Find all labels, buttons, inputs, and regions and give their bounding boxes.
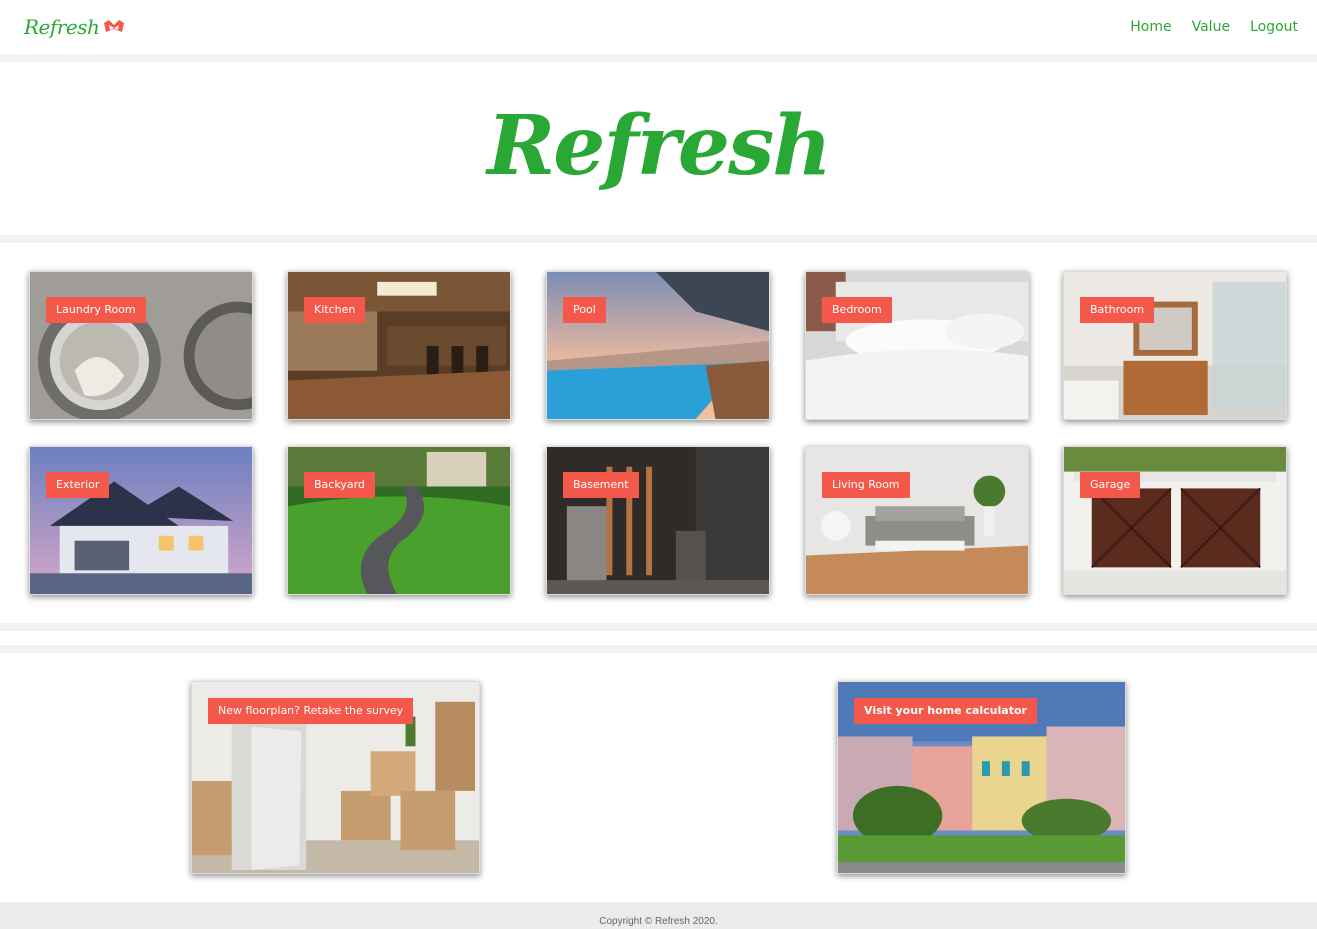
room-card-basement[interactable]: Basement [546, 446, 770, 595]
living-room-image [806, 447, 1028, 594]
room-tag-label: Exterior [46, 472, 110, 498]
room-card-bathroom[interactable]: Bathroom [1063, 271, 1287, 420]
room-card-garage[interactable]: Garage [1063, 446, 1287, 595]
section-divider [0, 54, 1317, 62]
room-tag-label: Garage [1080, 472, 1141, 498]
room-tag-label: Backyard [304, 472, 375, 498]
retake-survey-button[interactable]: New floorplan? Retake the survey [208, 698, 414, 724]
basement-image [547, 447, 769, 594]
navbar: Refresh Home Value Logout [0, 0, 1317, 54]
home-calculator-card[interactable]: Visit your home calculator [837, 681, 1126, 874]
section-divider [0, 623, 1317, 631]
pool-image [547, 272, 769, 419]
backyard-image [288, 447, 510, 594]
room-card-exterior[interactable]: Exterior [29, 446, 253, 595]
room-tag-label: Laundry Room [46, 297, 146, 323]
action-section: New floorplan? Retake the survey Visit y… [0, 653, 1317, 902]
hero-section: Refresh [0, 62, 1317, 235]
room-tag-label: Pool [563, 297, 606, 323]
brand-name: Refresh [24, 15, 100, 39]
home-calculator-button[interactable]: Visit your home calculator [854, 698, 1037, 724]
washing-machine-image [30, 272, 252, 419]
footer: Copyright © Refresh 2020. [0, 902, 1317, 929]
kitchen-image [288, 272, 510, 419]
bathroom-image [1064, 272, 1286, 419]
nav-logout-link[interactable]: Logout [1250, 19, 1298, 35]
brand-link[interactable]: Refresh [24, 15, 127, 39]
room-tag-label: Kitchen [304, 297, 366, 323]
house-exterior-image [30, 447, 252, 594]
room-card-backyard[interactable]: Backyard [287, 446, 511, 595]
retake-survey-card[interactable]: New floorplan? Retake the survey [191, 681, 480, 874]
nav-links: Home Value Logout [1130, 19, 1298, 35]
room-card-kitchen[interactable]: Kitchen [287, 271, 511, 420]
room-tag-label: Bedroom [822, 297, 892, 323]
brand-logo-icon [101, 17, 127, 37]
section-divider [0, 645, 1317, 653]
copyright-text: Copyright © Refresh 2020. [599, 916, 718, 927]
room-card-laundry-room[interactable]: Laundry Room [29, 271, 253, 420]
room-card-living-room[interactable]: Living Room [805, 446, 1029, 595]
bedroom-image [806, 272, 1028, 419]
nav-home-link[interactable]: Home [1130, 19, 1171, 35]
room-tag-label: Basement [563, 472, 639, 498]
room-grid: Laundry Room Kitchen Pool Bedroom Bathro… [0, 243, 1317, 623]
room-card-pool[interactable]: Pool [546, 271, 770, 420]
room-card-bedroom[interactable]: Bedroom [805, 271, 1029, 420]
nav-value-link[interactable]: Value [1192, 19, 1230, 35]
hero-title: Refresh [487, 97, 832, 194]
section-divider [0, 235, 1317, 243]
room-tag-label: Bathroom [1080, 297, 1155, 323]
garage-image [1064, 447, 1286, 594]
room-tag-label: Living Room [822, 472, 910, 498]
